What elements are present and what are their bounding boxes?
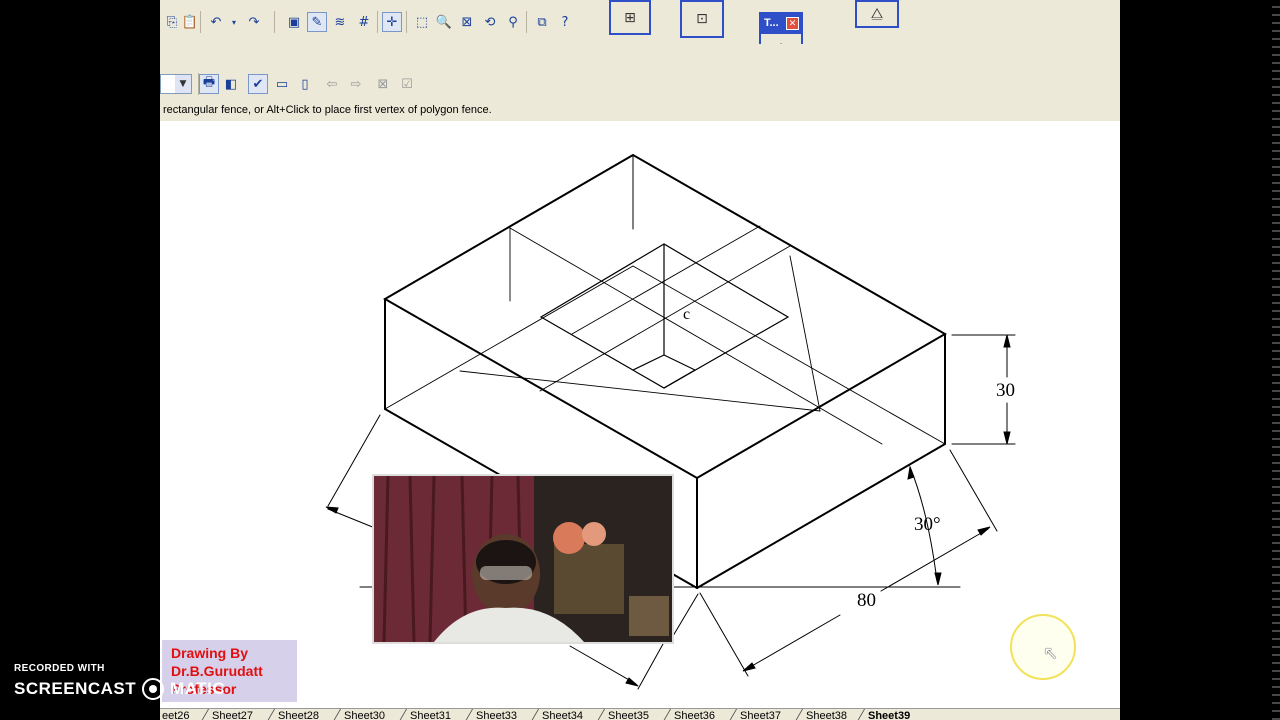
block-bottom-right [696, 443, 946, 589]
dim-arrow [1003, 431, 1011, 445]
paste-icon[interactable]: 📋 [180, 12, 200, 32]
rectangle-icon[interactable]: ▭ [272, 74, 292, 94]
edit-icon[interactable]: ✎ [307, 12, 327, 32]
construction-line [789, 255, 821, 412]
cancel-icon[interactable]: ⊠ [373, 74, 393, 94]
toolbox-title: T... [764, 17, 779, 29]
copy-icon[interactable]: ⎘ [162, 12, 182, 32]
watermark-brand-right: MATIC [170, 679, 226, 698]
toolbox-titlebar[interactable]: T... ✕ [761, 14, 801, 34]
floating-toolbar-select[interactable]: ⊡ [680, 0, 724, 38]
credit-line-1: Drawing By [171, 645, 249, 661]
arrow-left-icon[interactable]: ⇦ [322, 74, 342, 94]
toolbar-separator [526, 11, 527, 33]
dim-arrow [907, 465, 915, 480]
dim-arrow [325, 506, 339, 514]
sheet-tab[interactable]: Sheet31 [410, 709, 451, 720]
measure-icon[interactable]: ⚲ [503, 12, 523, 32]
sheet-tab-bar: eet26 Sheet27 Sheet28 Sheet30 Sheet31 Sheet33… [160, 708, 1120, 720]
sheet-tab[interactable]: Sheet27 [212, 709, 253, 720]
construction-line [384, 265, 634, 410]
record-icon [142, 678, 165, 700]
sheet-tab[interactable]: Sheet28 [278, 709, 319, 720]
dim-label-height: 30 [996, 380, 1015, 401]
sheet-tab[interactable]: Sheet35 [608, 709, 649, 720]
label-center-c: c [683, 306, 690, 323]
undo-icon[interactable]: ↶ [206, 12, 226, 32]
watermark-brand-left: SCREENCAST [14, 679, 137, 698]
dim-arrow [934, 572, 942, 586]
fit-view-icon[interactable]: ⊠ [457, 12, 477, 32]
sheet-tab[interactable]: Sheet37 [740, 709, 781, 720]
dim-extension-lower [669, 593, 699, 642]
status-bar: rectangular fence, or Alt+Click to place… [160, 100, 1120, 122]
print-icon[interactable]: 🖶 [199, 74, 219, 94]
hole-bottom-outline [632, 354, 697, 389]
redo-icon[interactable]: ↷ [244, 12, 264, 32]
fill-icon[interactable]: ◧ [221, 74, 241, 94]
dim-extension-bottom-left [699, 592, 749, 677]
floating-toolbar-mirror[interactable]: ⧋ [855, 0, 899, 28]
dim-line-lower [569, 645, 637, 685]
pan-icon[interactable]: ⧉ [532, 12, 552, 32]
dim-extension-right [949, 449, 998, 532]
hatch-tool-icon[interactable]: ⊞ [624, 10, 636, 26]
snap-icon[interactable]: ✛ [382, 12, 402, 32]
construction-line [509, 227, 883, 445]
sheet-tab[interactable]: Sheet39 [868, 709, 910, 720]
sheet-tab[interactable]: eet26 [162, 709, 190, 720]
toolbar-separator [274, 11, 275, 33]
line-style-icon[interactable]: ≋ [330, 12, 350, 32]
select-tool-icon[interactable]: ⊡ [696, 11, 708, 27]
grid-icon[interactable]: # [354, 12, 374, 32]
check-icon[interactable]: ✔ [248, 74, 268, 94]
block-top-face [382, 153, 948, 480]
save-icon[interactable]: ▣ [284, 12, 304, 32]
layer-select[interactable]: ▼ [160, 74, 192, 94]
mirror-tool-icon[interactable]: ⧋ [871, 6, 884, 22]
zoom-window-icon[interactable]: ⬚ [412, 12, 432, 32]
close-icon[interactable]: ✕ [786, 17, 799, 30]
watermark-logo: SCREENCAST MATIC [14, 678, 225, 700]
help-icon[interactable]: ? [555, 12, 575, 32]
floating-toolbar-hatch[interactable]: ⊞ [609, 0, 651, 35]
view-rotate-icon[interactable]: ⟲ [480, 12, 500, 32]
undo-dropdown-icon[interactable]: ▾ [224, 12, 244, 32]
sheet-tab[interactable]: Sheet30 [344, 709, 385, 720]
accept-icon[interactable]: ☑ [397, 74, 417, 94]
dim-arrow [1003, 334, 1011, 348]
drawing-toolbar: ▼ 🖶 ◧ ✔ ▭ ▯ ⇦ ⇨ ⊠ ☑ [160, 44, 1120, 100]
webcam-feed [374, 476, 672, 642]
dim-label-angle: 30° [914, 514, 941, 535]
chevron-down-icon[interactable]: ▼ [175, 75, 191, 93]
dim-extension-lower [637, 643, 664, 690]
sheet-tab[interactable]: Sheet34 [542, 709, 583, 720]
screencast-watermark: RECORDED WITH SCREENCAST MATIC [14, 663, 225, 700]
sheet-tab[interactable]: Sheet38 [806, 709, 847, 720]
zoom-in-icon[interactable]: 🔍 [434, 12, 454, 32]
sheet-tab[interactable]: Sheet36 [674, 709, 715, 720]
dim-arrow [742, 662, 756, 672]
construction-line [632, 265, 946, 445]
arrow-right-icon[interactable]: ⇨ [346, 74, 366, 94]
dim-arrow [977, 526, 991, 536]
status-prompt: rectangular fence, or Alt+Click to place… [163, 104, 492, 116]
sheet-tab[interactable]: Sheet33 [476, 709, 517, 720]
mouse-pointer-icon: ↖ [1043, 643, 1059, 664]
webcam-overlay [372, 474, 674, 644]
screen-edge-artifact [1272, 0, 1280, 720]
toolbar-separator [377, 11, 378, 33]
dim-label-length: 80 [857, 590, 876, 611]
cursor-highlight: ↖ [1010, 614, 1076, 680]
toolbar-separator [406, 11, 407, 33]
dim-line-length [744, 614, 841, 671]
dim-arrow [625, 677, 639, 687]
sheet-icon[interactable]: ▯ [295, 74, 315, 94]
watermark-small-text: RECORDED WITH [14, 663, 105, 674]
toolbar-separator [200, 11, 201, 33]
